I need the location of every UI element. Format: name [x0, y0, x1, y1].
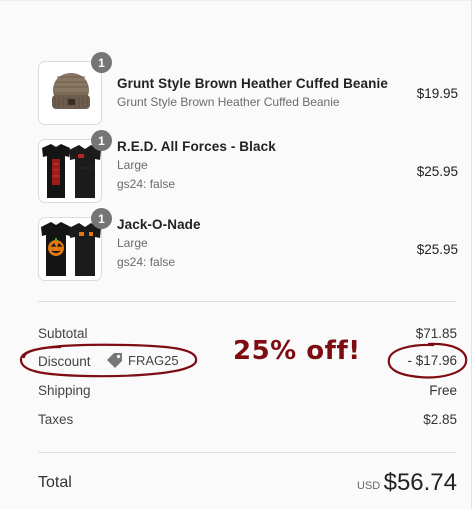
- quantity-badge: 1: [91, 52, 112, 73]
- quantity-badge: 1: [91, 130, 112, 151]
- line-item-red-all-forces: 1 R.E.D. All Forces - Black Large gs24: …: [38, 130, 458, 203]
- item-variant: Large: [117, 236, 148, 250]
- black-tshirt-orange-print-image: 1: [38, 208, 112, 281]
- item-subtitle: Grunt Style Brown Heather Cuffed Beanie: [117, 95, 340, 109]
- total-value: $56.74: [383, 469, 457, 496]
- promo-annotation: 25% off!: [233, 336, 361, 366]
- item-variant: Large: [117, 158, 148, 172]
- tag-icon: [107, 353, 122, 368]
- discount-value: - $17.96: [407, 353, 457, 368]
- discount-label: Discount: [38, 354, 91, 369]
- item-title: Grunt Style Brown Heather Cuffed Beanie: [117, 76, 388, 91]
- item-price: $25.95: [416, 242, 458, 257]
- line-item-jack-o-nade: 1 Jack-O-Nade Large gs24: false $25.95: [38, 208, 458, 281]
- total-label: Total: [38, 474, 72, 491]
- item-price: $25.95: [416, 164, 458, 179]
- item-title: R.E.D. All Forces - Black: [117, 139, 276, 154]
- top-border: [0, 0, 472, 1]
- items-divider: [38, 301, 456, 302]
- shipping-label: Shipping: [38, 383, 91, 398]
- subtotal-label: Subtotal: [38, 326, 88, 341]
- subtotal-value: $71.85: [415, 326, 457, 341]
- shipping-value: Free: [429, 383, 457, 398]
- beanie-image: 1: [38, 52, 112, 125]
- item-title: Jack-O-Nade: [117, 217, 201, 232]
- item-price: $19.95: [416, 86, 458, 101]
- total-divider: [38, 452, 456, 453]
- taxes-value: $2.85: [423, 412, 457, 427]
- currency-code: USD: [357, 480, 381, 492]
- discount-code: FRAG25: [128, 353, 179, 368]
- item-property: gs24: false: [117, 255, 176, 269]
- line-item-beanie: 1 Grunt Style Brown Heather Cuffed Beani…: [38, 52, 458, 125]
- item-property: gs24: false: [117, 177, 176, 191]
- black-tshirt-red-print-image: 1: [38, 130, 112, 203]
- quantity-badge: 1: [91, 208, 112, 229]
- taxes-label: Taxes: [38, 412, 74, 427]
